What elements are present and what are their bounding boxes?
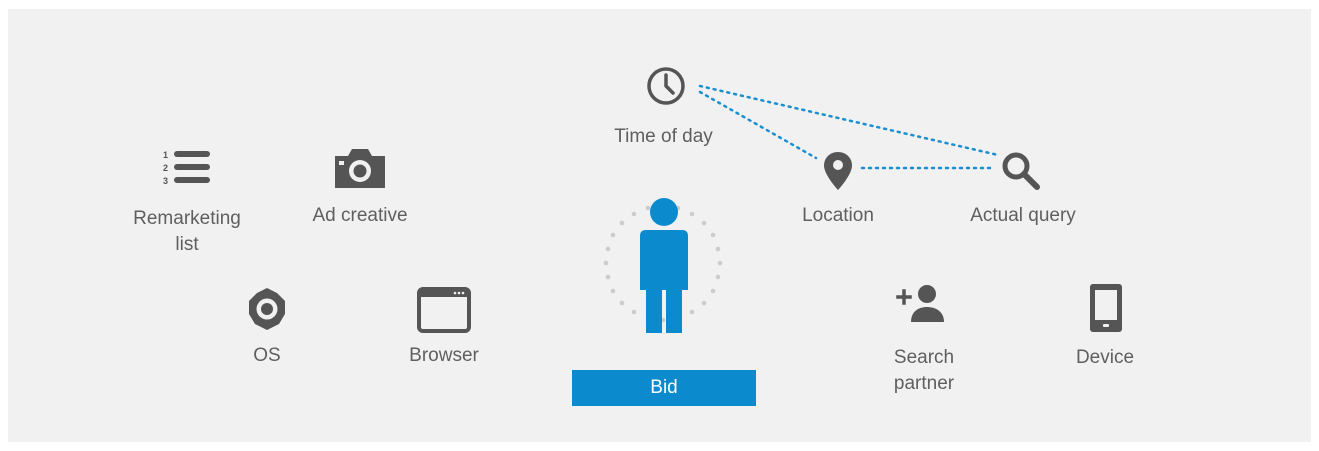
svg-text:1: 1 xyxy=(163,150,168,160)
search-partner-label-line1: Search xyxy=(893,347,955,368)
remarketing-list-label-line2: list xyxy=(175,234,199,255)
location-label: Location xyxy=(802,205,874,226)
user-figure-icon xyxy=(640,198,688,333)
add-person-icon xyxy=(896,285,944,322)
map-pin-icon xyxy=(824,152,852,190)
ad-creative-label: Ad creative xyxy=(312,205,408,226)
os-label: OS xyxy=(253,345,281,366)
bid-label-box: Bid xyxy=(572,370,756,406)
svg-text:3: 3 xyxy=(163,176,168,186)
device-label: Device xyxy=(1075,347,1135,368)
time-of-day-label: Time of day xyxy=(614,126,713,147)
numbered-list-icon: 1 2 3 xyxy=(163,150,210,186)
camera-icon xyxy=(335,149,385,188)
remarketing-list-label-line1: Remarketing xyxy=(133,208,241,229)
connector-time-to-query xyxy=(698,84,1000,157)
clock-icon xyxy=(647,67,685,105)
tablet-icon xyxy=(1090,284,1122,332)
browser-window-icon xyxy=(417,287,471,333)
search-partner-label-line2: partner xyxy=(893,373,955,394)
gear-icon xyxy=(249,288,285,330)
search-icon xyxy=(1002,152,1040,190)
actual-query-label: Actual query xyxy=(970,205,1076,226)
svg-text:2: 2 xyxy=(163,163,168,173)
browser-label: Browser xyxy=(409,345,479,366)
